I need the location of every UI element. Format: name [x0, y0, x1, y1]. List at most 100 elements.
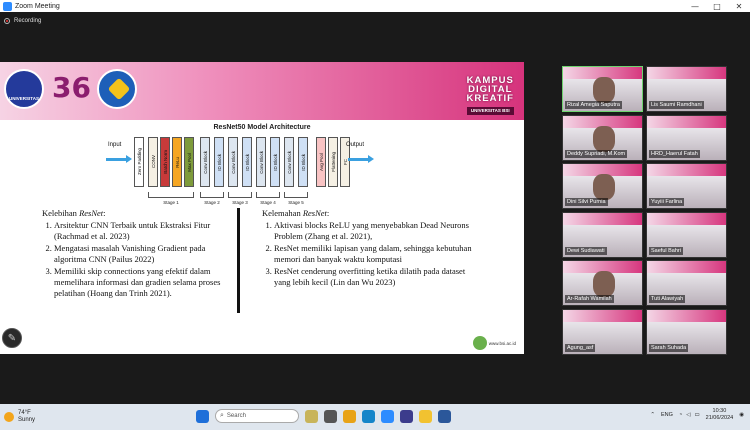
diagram-block: ID Block	[214, 137, 224, 187]
zoom-app-icon	[3, 1, 12, 11]
advantages-column: Kelebihan ResNet: Arsitektur CNN Terbaik…	[42, 208, 222, 299]
participant-name: Dewi Sudiawati	[565, 246, 607, 255]
participant-name: Yuyiii Farlina	[649, 198, 685, 206]
participant-name: Dini Silvi Purnia	[565, 198, 608, 206]
participant-tile[interactable]: Yuyiii Farlina	[646, 163, 727, 209]
participant-tile[interactable]: Dewi Sudiawati	[562, 211, 643, 258]
shared-slide: UNIVERSITAS 36 KAMPUS DIGITAL KREATIF UN…	[0, 62, 524, 354]
diagram-title: ResNet50 Model Architecture	[213, 124, 311, 131]
zoom-taskbar-icon[interactable]	[381, 409, 394, 423]
search-input[interactable]: ⌕ Search	[215, 409, 299, 423]
stage-brace	[256, 192, 280, 198]
participant-tile[interactable]: Deddy Supriadi, M.Kom	[562, 114, 643, 161]
maximize-button[interactable]: □	[706, 2, 728, 11]
minimize-button[interactable]: —	[684, 2, 706, 11]
sun-icon	[4, 412, 14, 422]
edge-icon[interactable]	[362, 409, 375, 423]
recording-icon	[4, 18, 10, 24]
participant-name: Sarah Suhada	[649, 343, 689, 352]
participant-tile[interactable]: Saeful Bahri	[646, 211, 727, 258]
column-divider	[237, 208, 240, 313]
diagram-block: Avg Pool	[316, 137, 326, 187]
diagram-block: ID Block	[270, 137, 280, 187]
diagram-block: CONV	[148, 137, 158, 187]
word-icon[interactable]	[438, 409, 451, 423]
weather-widget[interactable]: 74°F Sunny	[4, 410, 35, 424]
chrome-icon[interactable]	[419, 409, 432, 423]
disadvantages-column: Kelemahan ResNet: Aktivasi blocks ReLU y…	[262, 208, 472, 288]
stage-brace	[148, 192, 194, 198]
participant-tile[interactable]: Ar-Rafah Wamilah	[562, 260, 643, 306]
disadvantages-heading: Kelemahan ResNet:	[262, 208, 330, 218]
diagram-block: Batch Norm	[160, 137, 170, 187]
stage-label: Stage 4	[260, 200, 276, 205]
close-button[interactable]: ✕	[728, 2, 750, 11]
windows-taskbar: 74°F Sunny ⌕ Search ⌃ ENG ◔ ◁ ▭ 10:30 21…	[0, 404, 750, 430]
disadvantage-item: ResNet cenderung overfitting ketika dila…	[274, 266, 472, 288]
participant-name: Tuti Alawiyah	[649, 295, 686, 303]
diagram-block: Max Pool	[184, 137, 194, 187]
language-indicator[interactable]: ENG	[661, 412, 673, 418]
participant-tile[interactable]: Lis Saumi Ramdhani	[646, 66, 727, 112]
participant-name: Agung_asf	[565, 343, 596, 352]
weather-condition: Sunny	[18, 417, 36, 423]
file-explorer-icon[interactable]	[343, 409, 356, 423]
task-view-icon[interactable]	[324, 409, 337, 423]
participant-tile[interactable]: Sarah Suhada	[646, 308, 727, 355]
participant-name: Saeful Bahri	[649, 246, 683, 255]
window-title: Zoom Meeting	[15, 2, 60, 10]
participant-tile[interactable]: Dini Silvi Purnia	[562, 163, 643, 209]
slide-banner: UNIVERSITAS 36 KAMPUS DIGITAL KREATIF UN…	[0, 62, 524, 120]
stage-label: Stage 3	[232, 200, 248, 205]
advantage-item: Memiliki skip connections yang efektif d…	[54, 266, 222, 299]
diagram-block: Flattening	[328, 137, 338, 187]
start-icon[interactable]	[196, 409, 209, 423]
battery-icon[interactable]: ▭	[694, 412, 699, 418]
recording-label: Recording	[14, 18, 42, 24]
speaker-icon[interactable]: ◁	[686, 412, 690, 418]
participant-name: Ar-Rafah Wamilah	[565, 295, 614, 303]
anniversary-logo: 36	[52, 71, 91, 104]
search-icon: ⌕	[220, 412, 224, 419]
store-icon[interactable]	[400, 409, 413, 423]
participant-name: Rizal Amegia Saputra	[565, 101, 622, 109]
participant-tile[interactable]: HRD_Haerul Fatah	[646, 114, 727, 161]
chevron-up-icon[interactable]: ⌃	[650, 412, 655, 418]
participant-video	[593, 174, 615, 200]
diagram-block: Conv Block	[284, 137, 294, 187]
disadvantage-item: ResNet memiliki lapisan yang dalam, sehi…	[274, 243, 472, 265]
annotate-button[interactable]: ✎	[2, 328, 22, 348]
output-arrow	[348, 155, 374, 164]
advantages-heading: Kelebihan ResNet:	[42, 208, 106, 218]
stage-label: Stage 2	[204, 200, 220, 205]
participant-tile[interactable]: Rizal Amegia Saputra	[562, 66, 643, 112]
weather-temp: 74°F	[18, 410, 31, 416]
participant-video	[593, 125, 615, 152]
ministry-logo	[97, 69, 137, 109]
notification-icon[interactable]: ◉	[739, 412, 744, 418]
stage-label: Stage 1	[163, 200, 179, 205]
participant-name: Deddy Supriadi, M.Kom	[565, 149, 628, 158]
advantage-item: Arsitektur CNN Terbaik untuk Ekstraksi F…	[54, 220, 222, 242]
diagram-block: ID Block	[298, 137, 308, 187]
diagram-block: ReLu	[172, 137, 182, 187]
wifi-icon[interactable]: ◔	[679, 412, 682, 418]
diagram-block: ID Block	[242, 137, 252, 187]
title-bar: Zoom Meeting — □ ✕	[0, 0, 750, 12]
participant-tile[interactable]: Tuti Alawiyah	[646, 260, 727, 306]
recording-bar: Recording	[0, 12, 750, 30]
disadvantage-item: Aktivasi blocks ReLU yang menyebabkan De…	[274, 220, 472, 242]
diagram-block: Conv Block	[200, 137, 210, 187]
participant-video	[593, 271, 615, 297]
stage-brace	[228, 192, 252, 198]
widgets-icon[interactable]	[305, 409, 318, 423]
system-tray: ⌃ ENG ◔ ◁ ▭ 10:30 21/06/2024 ◉	[650, 408, 744, 422]
diagram-block: Zero Padding	[134, 137, 144, 187]
input-arrow	[106, 155, 132, 164]
participant-tile[interactable]: Agung_asf	[562, 308, 643, 355]
advantage-item: Mengatasi masalah Vanishing Gradient pad…	[54, 243, 222, 265]
kampus-digital-kreatif-logo: KAMPUS DIGITAL KREATIF UNIVERSITAS BSI	[466, 75, 514, 115]
clock[interactable]: 10:30 21/06/2024	[706, 408, 734, 422]
bsi-footer-logo: www.bsi.ac.id	[472, 336, 516, 350]
stage-brace	[284, 192, 308, 198]
